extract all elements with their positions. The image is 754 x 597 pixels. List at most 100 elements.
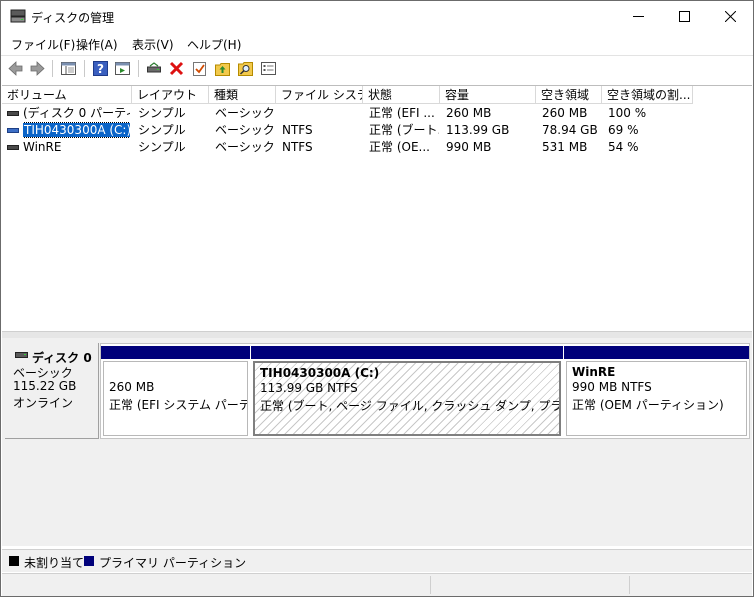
partition-status: 正常 (ブート, ページ ファイル, クラッシュ ダンプ, プライマリ パーティ… — [260, 399, 559, 413]
cell-free-space: 260 MB — [542, 106, 588, 120]
toolbar-separator — [84, 60, 85, 77]
partition-body: 260 MB 正常 (EFI システム パーティション) — [103, 361, 248, 436]
toolbar: ? — [1, 55, 753, 81]
partition-title: TIH0430300A (C:) — [260, 366, 380, 380]
partition-body-selected: TIH0430300A (C:) 113.99 GB NTFS 正常 (ブート,… — [253, 361, 561, 436]
partition-winre[interactable]: WinRE 990 MB NTFS 正常 (OEM パーティション) — [564, 344, 749, 438]
column-header-capacity[interactable]: 容量 — [440, 86, 536, 104]
partition-size: 990 MB NTFS — [572, 380, 652, 394]
cell-percent-free: 69 % — [608, 123, 639, 137]
status-bar — [2, 573, 752, 596]
partition-status: 正常 (EFI システム パーティション) — [109, 398, 247, 412]
cell-free-space: 78.94 GB — [542, 123, 598, 137]
column-header-volume[interactable]: ボリューム — [2, 86, 132, 104]
menu-help[interactable]: ヘルプ(H) — [187, 36, 241, 53]
properties-icon[interactable] — [260, 60, 277, 77]
cell-capacity: 990 MB — [446, 140, 492, 154]
cell-capacity: 113.99 GB — [446, 123, 510, 137]
cell-type: ベーシック — [215, 106, 275, 120]
cell-layout: シンプル — [138, 140, 186, 154]
cell-status: 正常 (EFI ... — [369, 106, 435, 120]
up-folder-icon[interactable] — [214, 60, 231, 77]
cell-percent-free: 54 % — [608, 140, 639, 154]
cell-volume: (ディスク 0 パーティシ... — [23, 106, 130, 120]
partition-bar — [251, 346, 563, 359]
console-tree-icon[interactable] — [60, 60, 77, 77]
cell-status: 正常 (OE... — [369, 140, 430, 154]
cell-free-space: 531 MB — [542, 140, 588, 154]
svg-text:?: ? — [97, 62, 104, 76]
cell-volume: WinRE — [23, 140, 62, 154]
partition-body: WinRE 990 MB NTFS 正常 (OEM パーティション) — [566, 361, 747, 436]
cell-status: 正常 (ブート... — [369, 123, 439, 137]
partition-c-drive[interactable]: TIH0430300A (C:) 113.99 GB NTFS 正常 (ブート,… — [251, 344, 563, 438]
column-header-percent-free[interactable]: 空き領域の割... — [602, 86, 693, 104]
disk-management-window: ディスクの管理 ファイル(F) 操作(A) 表示(V) ヘルプ(H) ? ボリュ… — [0, 0, 754, 597]
volume-icon — [7, 111, 19, 116]
close-button[interactable] — [707, 1, 753, 31]
disk-size: 115.22 GB — [13, 379, 77, 393]
disk-management-app-icon — [10, 9, 26, 23]
check-icon[interactable] — [191, 60, 208, 77]
title-bar: ディスクの管理 — [1, 1, 753, 31]
partition-size: 260 MB — [109, 380, 155, 394]
menu-view[interactable]: 表示(V) — [132, 36, 174, 53]
minimize-button[interactable] — [615, 1, 661, 31]
toolbar-separator — [52, 60, 53, 77]
status-bar-cell — [430, 576, 630, 594]
volume-icon — [7, 128, 19, 133]
disk-graphical-view: ディスク 0 ベーシック 115.22 GB オンライン 260 MB 正常 (… — [2, 338, 752, 546]
status-bar-cell — [629, 576, 752, 594]
cell-filesystem: NTFS — [282, 140, 313, 154]
connect-disk-icon[interactable] — [146, 60, 163, 77]
partition-bar — [564, 346, 749, 359]
cell-volume: TIH0430300A (C:) — [23, 122, 130, 139]
column-header-layout[interactable]: レイアウト — [132, 86, 209, 104]
back-arrow-icon[interactable] — [7, 60, 24, 77]
legend-label-primary: プライマリ パーティション — [99, 556, 247, 570]
cell-filesystem: NTFS — [282, 123, 313, 137]
help-icon[interactable]: ? — [92, 60, 109, 77]
forward-arrow-icon[interactable] — [29, 60, 46, 77]
partition-efi[interactable]: 260 MB 正常 (EFI システム パーティション) — [101, 344, 250, 438]
partition-bar — [101, 346, 250, 359]
maximize-button[interactable] — [661, 1, 707, 31]
table-row[interactable]: TIH0430300A (C:) シンプル ベーシック NTFS 正常 (ブート… — [2, 122, 752, 139]
delete-icon[interactable] — [168, 60, 185, 77]
cell-type: ベーシック — [215, 123, 275, 137]
toolbar-separator — [138, 60, 139, 77]
cell-filesystem — [282, 105, 362, 122]
show-pane-icon[interactable] — [114, 60, 131, 77]
column-header-type[interactable]: 種類 — [209, 86, 276, 104]
legend-label-unallocated: 未割り当て — [24, 556, 85, 570]
partition-map: 260 MB 正常 (EFI システム パーティション) TIH0430300A… — [100, 343, 750, 439]
close-icon — [724, 10, 736, 22]
disk-icon — [15, 352, 28, 358]
window-title: ディスクの管理 — [31, 11, 115, 25]
volume-icon — [7, 145, 19, 150]
maximize-icon — [678, 10, 690, 22]
column-header-free-space[interactable]: 空き領域 — [536, 86, 602, 104]
menu-bar: ファイル(F) 操作(A) 表示(V) ヘルプ(H) — [1, 32, 753, 54]
partition-title: WinRE — [572, 365, 616, 379]
menu-action[interactable]: 操作(A) — [76, 36, 118, 53]
cell-layout: シンプル — [138, 106, 186, 120]
table-row[interactable]: (ディスク 0 パーティシ... シンプル ベーシック 正常 (EFI ... … — [2, 105, 752, 122]
volume-list: ボリューム レイアウト 種類 ファイル システム 状態 容量 空き領域 空き領域… — [2, 85, 752, 332]
table-row[interactable]: WinRE シンプル ベーシック NTFS 正常 (OE... 990 MB 5… — [2, 139, 752, 156]
menu-file[interactable]: ファイル(F) — [11, 36, 75, 53]
cell-layout: シンプル — [138, 123, 186, 137]
cell-type: ベーシック — [215, 140, 275, 154]
selected-volume-name: TIH0430300A (C:) — [23, 122, 130, 138]
partition-size: 113.99 GB NTFS — [260, 381, 358, 395]
column-header-status[interactable]: 状態 — [363, 86, 440, 104]
disk-info-panel[interactable]: ディスク 0 ベーシック 115.22 GB オンライン — [5, 343, 99, 439]
cell-percent-free: 100 % — [608, 106, 647, 120]
partition-status: 正常 (OEM パーティション) — [572, 398, 724, 412]
legend-swatch-unallocated — [9, 556, 19, 566]
column-header-filesystem[interactable]: ファイル システム — [276, 86, 363, 104]
search-icon[interactable] — [237, 60, 254, 77]
legend-bar: 未割り当て プライマリ パーティション — [2, 549, 752, 572]
legend-swatch-primary — [84, 556, 94, 566]
minimize-icon — [632, 15, 644, 17]
